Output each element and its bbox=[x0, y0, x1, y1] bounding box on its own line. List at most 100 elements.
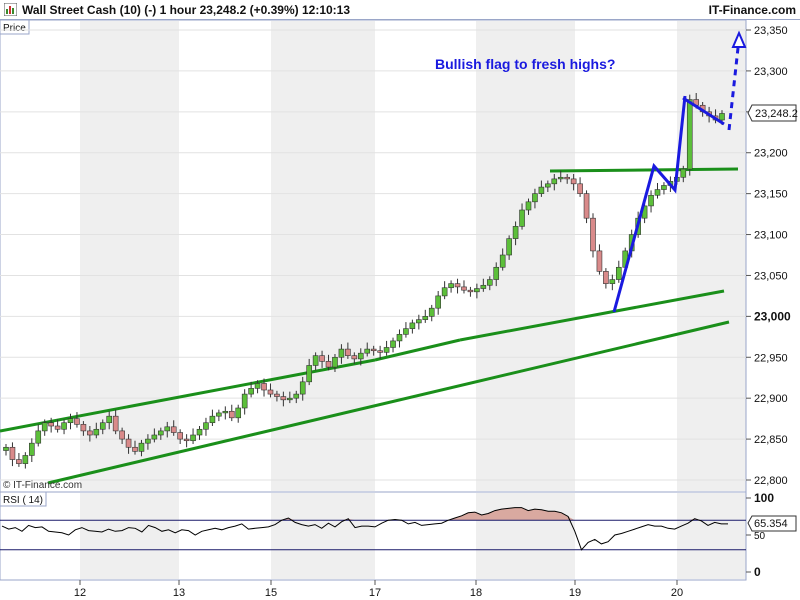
candle-body bbox=[557, 176, 564, 180]
y-tick-label: 23,350 bbox=[754, 25, 788, 37]
copyright-text: © IT-Finance.com bbox=[3, 480, 82, 491]
price-y-axis: 22,800 22,850 22,900 22,950 23,000 23,050 23,1… bbox=[746, 25, 791, 487]
candle-body bbox=[603, 271, 609, 284]
candle-body bbox=[409, 322, 416, 329]
candle-body bbox=[583, 193, 590, 219]
candle-body bbox=[3, 446, 9, 451]
candle-body bbox=[132, 446, 138, 452]
candle-body bbox=[615, 266, 622, 280]
candle-body bbox=[345, 348, 351, 356]
candle-body bbox=[364, 348, 371, 354]
candle-body bbox=[538, 186, 545, 194]
candle-body bbox=[99, 422, 106, 430]
candle-body bbox=[396, 334, 403, 342]
candle-body bbox=[525, 201, 532, 211]
x-axis: 12 13 15 17 18 19 20 bbox=[74, 580, 683, 599]
last-price-label: 23,248.2 bbox=[755, 108, 798, 120]
day-band bbox=[677, 21, 746, 491]
candle-body bbox=[267, 389, 274, 395]
candle-body bbox=[416, 319, 422, 324]
candle-body bbox=[590, 217, 596, 252]
candle-body bbox=[170, 426, 177, 433]
candle-body bbox=[177, 432, 183, 440]
x-tick-label: 19 bbox=[569, 587, 581, 599]
candle-body bbox=[87, 430, 93, 436]
candle-body bbox=[274, 393, 280, 397]
candle-body bbox=[357, 352, 364, 360]
rsi-value-label: 65.354 bbox=[754, 518, 788, 530]
candle-body bbox=[112, 415, 119, 432]
candle-body bbox=[16, 459, 22, 464]
y-tick-label: 23,150 bbox=[754, 189, 788, 201]
candle-body bbox=[35, 430, 42, 444]
candle-body bbox=[235, 407, 242, 419]
y-tick-label: 22,950 bbox=[754, 352, 788, 364]
candle-body bbox=[9, 446, 16, 460]
candle-body bbox=[499, 254, 506, 268]
candle-body bbox=[299, 381, 306, 395]
candle-body bbox=[293, 393, 300, 399]
annotation-text: Bullish flag to fresh highs? bbox=[435, 56, 615, 72]
candle-body bbox=[312, 355, 319, 366]
candle-body bbox=[119, 430, 125, 440]
rsi-y-axis: 0 50 100 bbox=[746, 491, 774, 579]
candle-body bbox=[467, 289, 474, 293]
y-tick-label: 23,200 bbox=[754, 148, 788, 160]
candle-body bbox=[306, 365, 312, 383]
candle-body bbox=[145, 438, 151, 444]
rsi-y-tick-label: 100 bbox=[754, 491, 774, 505]
candle-body bbox=[596, 250, 603, 272]
y-tick-label: 22,900 bbox=[754, 393, 788, 405]
candle-body bbox=[486, 279, 493, 286]
x-tick-label: 13 bbox=[173, 587, 185, 599]
candle-body bbox=[29, 442, 35, 456]
candle-body bbox=[564, 176, 570, 180]
candle-body bbox=[48, 422, 54, 427]
day-band-rsi bbox=[80, 493, 179, 579]
candle-body bbox=[351, 355, 358, 360]
candle-body bbox=[54, 425, 61, 430]
candle-body bbox=[41, 422, 48, 432]
candle-body bbox=[190, 434, 196, 442]
candle-body bbox=[106, 415, 113, 424]
day-bands bbox=[80, 21, 746, 579]
candle-body bbox=[454, 283, 461, 288]
y-tick-label: 22,800 bbox=[754, 475, 788, 487]
candle-body bbox=[280, 396, 287, 401]
y-tick-label: 22,850 bbox=[754, 434, 788, 446]
day-band bbox=[271, 21, 375, 491]
y-tick-label: 23,300 bbox=[754, 66, 788, 78]
rsi-y-tick-label: 0 bbox=[754, 565, 761, 579]
y-tick-label: 23,100 bbox=[754, 230, 788, 242]
candle-body bbox=[164, 426, 171, 432]
candle-body bbox=[261, 383, 267, 391]
price-chart: Price Bullish flag to fresh highs? © IT-… bbox=[0, 19, 798, 599]
candle-body bbox=[390, 340, 396, 348]
x-tick-label: 20 bbox=[671, 587, 683, 599]
candle-body bbox=[22, 455, 29, 464]
candle-body bbox=[80, 424, 87, 432]
candle-body bbox=[67, 418, 74, 424]
candle-body bbox=[654, 189, 661, 196]
candle-body bbox=[532, 193, 538, 203]
candle-body bbox=[383, 347, 390, 353]
candle-body bbox=[287, 397, 293, 401]
candle-body bbox=[216, 412, 222, 417]
candle-body bbox=[248, 388, 254, 395]
candle-body bbox=[125, 438, 132, 448]
candle-body bbox=[661, 185, 667, 190]
candle-body bbox=[680, 168, 687, 178]
candle-body bbox=[377, 350, 383, 353]
x-tick-label: 18 bbox=[470, 587, 482, 599]
y-tick-label: 23,050 bbox=[754, 270, 788, 282]
candle-body bbox=[506, 238, 512, 256]
candle-body bbox=[158, 430, 164, 436]
rsi-y-tick-label: 50 bbox=[754, 531, 766, 542]
day-band bbox=[476, 21, 575, 491]
price-panel-label: Price bbox=[3, 23, 26, 34]
candle-body bbox=[545, 183, 551, 188]
candle-body bbox=[203, 422, 209, 430]
day-band-rsi bbox=[677, 493, 746, 579]
candle-body bbox=[325, 361, 332, 368]
day-band bbox=[80, 21, 179, 491]
